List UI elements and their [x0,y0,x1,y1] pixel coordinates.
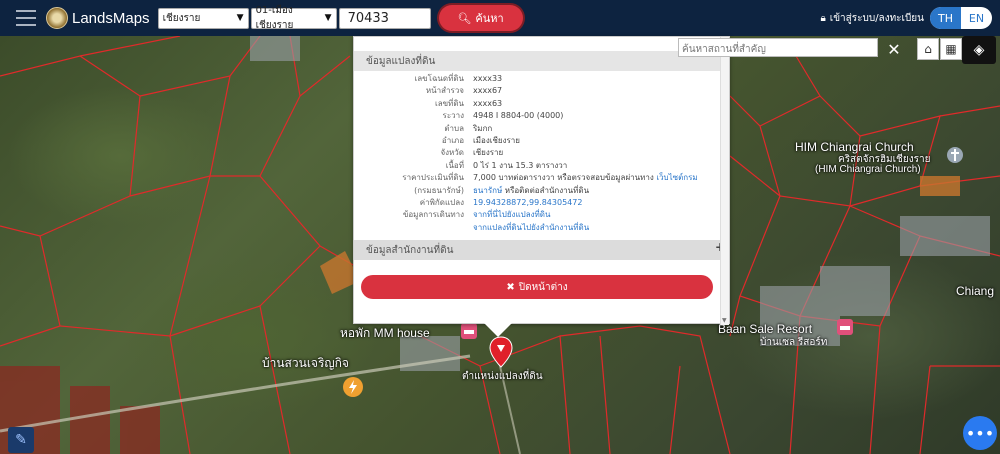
info-row-key: หน้าสำรวจ [425,86,464,96]
info-row: ค่าพิกัดแปลง 19.94328872,99.84305472 [354,197,729,209]
info-row-link[interactable]: จากแปลงที่ดินไปยังสำนักงานที่ดิน [473,223,589,232]
parcel-marker-icon[interactable] [488,336,514,368]
landsmaps-logo-icon [46,7,68,29]
chevron-down-icon: ▼ [324,13,332,23]
info-row: ข้อมูลการเดินทาง จากที่นี่ไปยังแปลงที่ดิน [354,209,729,221]
map-label-church-sub: (HIM Chiangrai Church) [815,164,921,175]
info-row-value: 7,000 บาทต่อตารางวา หรือตรวจสอบข้อมูลผ่า… [473,173,698,183]
close-icon: ✖ [506,281,515,293]
search-button-label: ค้นหา [475,12,504,25]
info-row-value: จากแปลงที่ดินไปยังสำนักงานที่ดิน [473,222,729,234]
info-row-value: 19.94328872,99.84305472 [473,197,729,209]
info-row: จังหวัด เชียงราย [354,147,729,159]
province-value: เชียงราย [162,12,201,24]
info-row-link[interactable]: เว็บไซต์กรม [656,173,697,182]
parcel-info-rows: เลขโฉนดที่ดิน xxxx33 หน้าสำรวจ xxxx67 เลขที่… [354,71,729,234]
info-row-link[interactable]: 19.94328872,99.84305472 [473,198,582,207]
parcel-info-title: ข้อมูลแปลงที่ดิน [366,55,436,67]
more-menu-button[interactable]: ••• [963,416,997,450]
parcel-number-input[interactable]: 70433 [338,7,431,29]
poi-church-icon [947,147,963,163]
info-row-key: เนื้อที่ [445,160,464,170]
map-label-baan-sale-th: บ้านเซล รีสอร์ท [760,337,828,348]
info-row-key: เลขโฉนดที่ดิน [414,74,464,83]
place-search-input[interactable]: ค้นหาสถานที่สำคัญ [678,38,878,57]
ellipsis-icon: ••• [965,423,995,443]
info-row-key: เลขที่ดิน [434,98,464,108]
info-row-value: xxxx67 [473,86,503,96]
info-row-key: ตำบล [444,123,464,133]
info-row: เลขโฉนดที่ดิน xxxx33 [354,73,729,85]
language-toggle: TH EN [930,7,992,29]
province-select[interactable]: เชียงราย ▼ [157,7,249,29]
land-office-title: ข้อมูลสำนักงานที่ดิน [366,244,454,256]
info-row-link[interactable]: จากที่นี่ไปยังแปลงที่ดิน [473,210,550,219]
info-row-link[interactable]: ธนารักษ์ [473,186,502,195]
close-popup-label: ปิดหน้าต่าง [518,281,568,293]
info-row-key: อำเภอ [441,136,464,146]
scroll-down-icon[interactable]: ▼ [722,317,727,324]
grid-icon[interactable]: ▦ [940,38,962,60]
clear-search-icon[interactable]: ✕ [883,38,905,60]
info-row-value: xxxx33 [473,74,503,83]
search-button[interactable]: 🔍︎ ค้นหา [438,5,523,31]
info-row-key: (กรมธนารักษ์) [414,185,464,195]
menu-icon[interactable] [16,10,36,26]
info-row-key: จังหวัด [440,148,464,158]
info-row-value: เชียงราย [473,148,504,158]
info-row: ตำบล ริมกก [354,123,729,135]
lang-en-button[interactable]: EN [961,7,992,29]
lock-icon: 🔒︎ [820,12,826,24]
brand-name: LandsMaps [72,9,150,27]
search-icon: 🔍︎ [457,11,472,25]
login-label: เข้าสู่ระบบ/ลงทะเบียน [829,12,924,24]
info-row-value: เมืองเชียงราย [473,136,520,146]
lang-th-button[interactable]: TH [930,7,961,29]
info-row: เลขที่ดิน xxxx63 [354,98,729,110]
info-row-value: จากที่นี่ไปยังแปลงที่ดิน [473,209,729,221]
map-label-chiang: Chiang [956,284,995,298]
popup-scrollbar[interactable]: ▲ ▼ [720,37,729,325]
home-icon[interactable]: ⌂ [917,38,939,60]
poi-resort-icon [837,319,853,335]
login-link[interactable]: 🔒︎ เข้าสู่ระบบ/ลงทะเบียน [820,0,924,36]
info-row-key: ค่าพิกัดแปลง [419,198,464,208]
close-popup-button[interactable]: ✖ ปิดหน้าต่าง [361,275,713,299]
info-row: (กรมธนารักษ์) ธนารักษ์ หรือติดต่อสำนักงาน… [354,185,729,197]
info-row-value: ริมกก [473,123,493,133]
district-value: 01-เมืองเชียงราย [255,5,294,31]
parcel-info-popup: ข้อมูลแปลงที่ดิน เลขโฉนดที่ดิน xxxx33 หน้า… [353,36,730,337]
info-row-key: ระวาง [442,111,464,121]
poi-fuel-icon [343,377,363,397]
info-row: เนื้อที่ 0 ไร่ 1 งาน 15.3 ตารางวา [354,160,729,172]
info-row: อำเภอ เมืองเชียงราย [354,135,729,147]
info-row: ราคาประเมินที่ดิน 7,000 บาทต่อตารางวา หรื… [354,172,729,184]
info-row-key: ราคาประเมินที่ดิน [402,173,464,183]
info-row: จากแปลงที่ดินไปยังสำนักงานที่ดิน [354,222,729,234]
land-office-header[interactable]: ข้อมูลสำนักงานที่ดิน + [354,240,729,261]
poi-lodging-icon [461,323,477,339]
info-row: ระวาง 4948 I 8804-00 (4000) [354,110,729,122]
popup-top-gap [354,37,729,51]
info-row-key: ข้อมูลการเดินทาง [402,210,464,220]
info-row: หน้าสำรวจ xxxx67 [354,85,729,97]
info-row-key [354,222,473,234]
chevron-down-icon: ▼ [236,13,244,23]
info-row-value: 4948 I 8804-00 (4000) [473,111,564,121]
map-label-garden: บ้านสวนเจริญกิจ [262,356,349,370]
district-select[interactable]: 01-เมืองเชียงราย ▼ [250,5,337,31]
layers-icon[interactable]: ◈ [962,36,996,64]
map-label-mm-house: หอพัก MM house [340,326,430,340]
measure-tool-icon[interactable]: ✎ [8,427,34,453]
marker-label: ตำแหน่งแปลงที่ดิน [462,371,543,382]
parcel-info-header[interactable]: ข้อมูลแปลงที่ดิน [354,51,729,71]
info-row-value: ธนารักษ์ หรือติดต่อสำนักงานที่ดิน [473,185,590,195]
info-row-value: 0 ไร่ 1 งาน 15.3 ตารางวา [473,160,568,170]
info-row-value: xxxx63 [473,98,503,108]
map-label-baan-sale: Baan Sale Resort [718,322,813,336]
